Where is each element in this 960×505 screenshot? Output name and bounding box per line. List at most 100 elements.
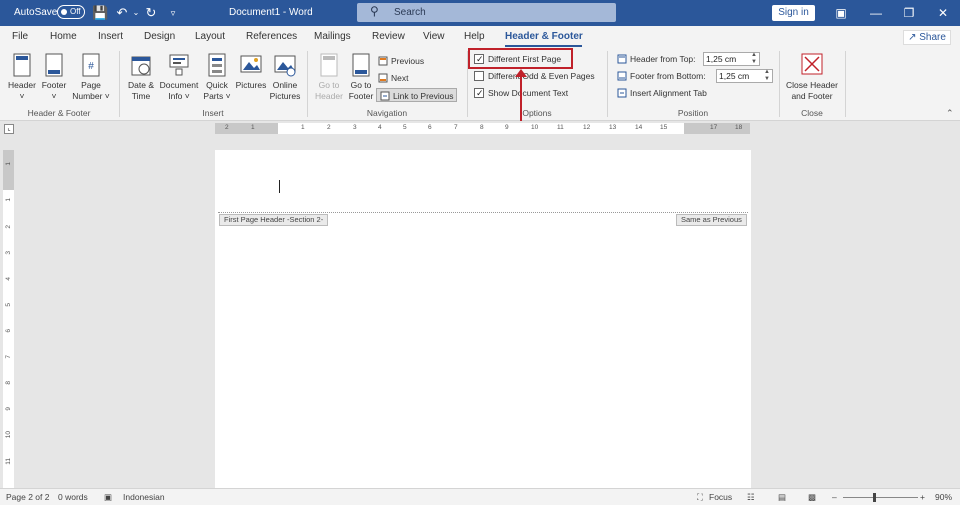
vruler-tick: 11 xyxy=(5,458,12,465)
vruler-tick: 1 xyxy=(5,162,12,166)
zoom-level[interactable]: 90% xyxy=(935,492,952,502)
document-title: Document1 - Word xyxy=(229,7,313,18)
tab-review[interactable]: Review xyxy=(372,31,405,42)
read-mode-icon[interactable]: ☷ xyxy=(747,492,755,503)
close-header-footer-button[interactable]: Close Header and Footer xyxy=(783,52,841,102)
tab-design[interactable]: Design xyxy=(144,31,175,42)
quick-parts-button[interactable]: Quick Parts ˅ xyxy=(200,52,234,102)
vruler-tick: 10 xyxy=(5,431,12,439)
tab-help[interactable]: Help xyxy=(464,31,485,42)
word-count[interactable]: 0 words xyxy=(58,492,88,502)
ribbon-tabs: File Home Insert Design Layout Reference… xyxy=(0,26,960,48)
quick-parts-label: Quick xyxy=(206,80,228,90)
page-number-button[interactable]: # Page Number ˅ xyxy=(70,52,112,102)
insert-alignment-tab-label: Insert Alignment Tab xyxy=(630,88,707,98)
vruler-tick: 1 xyxy=(5,198,12,202)
ribbon-display-icon[interactable]: ▣ xyxy=(831,4,851,22)
ruler-tick: 8 xyxy=(480,124,484,131)
tab-view[interactable]: View xyxy=(423,31,445,42)
undo-dropdown-icon[interactable]: ⌄ xyxy=(128,5,144,21)
footer-from-bottom-icon xyxy=(617,71,627,81)
active-tab-underline xyxy=(505,45,582,47)
customize-qat-icon[interactable]: ▿ xyxy=(165,5,181,21)
ruler-tick: 12 xyxy=(583,124,591,131)
insert-alignment-tab-button[interactable]: Insert Alignment Tab xyxy=(617,86,707,100)
ruler-tick: 5 xyxy=(403,124,407,131)
date-time-button[interactable]: Date & Time xyxy=(124,52,158,102)
vruler-tick: 2 xyxy=(5,225,12,229)
vruler-tick: 3 xyxy=(5,251,12,255)
share-icon: ↗ xyxy=(908,32,917,43)
same-as-previous-tag: Same as Previous xyxy=(676,214,747,226)
tab-layout[interactable]: Layout xyxy=(195,31,225,42)
tab-mailings[interactable]: Mailings xyxy=(314,31,351,42)
ruler-tick: 7 xyxy=(454,124,458,131)
online-pictures-button[interactable]: Online Pictures xyxy=(268,52,302,102)
close-icon[interactable]: ✕ xyxy=(933,4,953,22)
save-icon[interactable]: 💾 xyxy=(92,5,108,21)
footer-caret: ˅ xyxy=(51,91,57,101)
go-to-header-button[interactable]: Go to Header xyxy=(312,52,346,102)
show-document-text-label: Show Document Text xyxy=(488,88,569,98)
document-page[interactable]: First Page Header -Section 2- Same as Pr… xyxy=(215,150,751,488)
proofing-icon[interactable]: ▣ xyxy=(104,492,112,503)
pictures-label: Pictures xyxy=(235,80,267,90)
header-from-top-label: Header from Top: xyxy=(630,54,696,64)
go-to-header-label: Go to xyxy=(318,80,340,90)
next-button[interactable]: Next xyxy=(378,71,408,85)
vruler-tick: 7 xyxy=(5,355,12,359)
tab-insert[interactable]: Insert xyxy=(98,31,123,42)
document-info-icon xyxy=(169,54,189,76)
print-layout-icon[interactable]: ▤ xyxy=(778,492,786,503)
tab-file[interactable]: File xyxy=(12,31,28,42)
web-layout-icon[interactable]: ▩ xyxy=(808,492,816,503)
autosave-state: Off xyxy=(70,7,81,16)
footer-button[interactable]: Footer ˅ xyxy=(38,52,70,102)
spinner-arrows-icon[interactable]: ▲ ▼ xyxy=(764,69,770,83)
spinner-arrows-icon[interactable]: ▲ ▼ xyxy=(751,52,757,66)
link-to-previous-button[interactable]: Link to Previous xyxy=(376,88,458,102)
search-input[interactable]: ⚲ Search xyxy=(357,3,616,22)
share-button[interactable]: ↗ Share xyxy=(903,30,951,45)
ruler-tick: 1 xyxy=(251,124,255,131)
pictures-button[interactable]: Pictures xyxy=(234,52,268,91)
header-boundary-line xyxy=(218,212,748,213)
footer-from-bottom-label-row: Footer from Bottom: xyxy=(617,69,706,83)
link-to-previous-label: Link to Previous xyxy=(393,91,454,101)
vertical-ruler[interactable]: 1 1 2 3 4 5 6 7 8 9 10 11 xyxy=(3,150,14,490)
tab-references[interactable]: References xyxy=(246,31,297,42)
ruler-tick: 3 xyxy=(353,124,357,131)
footer-from-bottom-input[interactable]: 1,25 cm ▲ ▼ xyxy=(716,69,773,83)
restore-icon[interactable]: ❐ xyxy=(899,4,919,22)
zoom-in-icon[interactable]: + xyxy=(920,492,925,502)
tab-header-footer[interactable]: Header & Footer xyxy=(505,31,583,42)
calendar-icon xyxy=(131,56,151,76)
first-page-header-tag: First Page Header -Section 2- xyxy=(219,214,329,226)
show-document-text-check[interactable] xyxy=(474,86,484,100)
focus-label[interactable]: Focus xyxy=(709,492,732,502)
autosave-toggle[interactable]: Off xyxy=(57,5,85,19)
previous-button[interactable]: Previous xyxy=(378,54,424,68)
header-from-top-input[interactable]: 1,25 cm ▲ ▼ xyxy=(703,52,760,66)
collapse-ribbon-icon[interactable]: ⌃ xyxy=(946,108,954,119)
language[interactable]: Indonesian xyxy=(123,492,165,502)
zoom-out-icon[interactable]: – xyxy=(832,492,837,502)
zoom-slider-thumb[interactable] xyxy=(873,493,876,502)
go-to-footer-button[interactable]: Go to Footer xyxy=(346,52,376,102)
document-info-button[interactable]: Document Info ˅ xyxy=(158,52,200,102)
page-count[interactable]: Page 2 of 2 xyxy=(6,492,49,502)
different-odd-even-check[interactable] xyxy=(474,71,484,81)
header-button[interactable]: Header ˅ xyxy=(6,52,38,102)
tab-selector-icon[interactable]: ⌞ xyxy=(4,124,14,134)
header-icon xyxy=(13,53,31,77)
minimize-icon[interactable]: — xyxy=(866,4,886,22)
redo-icon[interactable]: ↻ xyxy=(143,5,159,21)
tab-home[interactable]: Home xyxy=(50,31,77,42)
focus-icon[interactable]: ⛶ xyxy=(697,492,703,503)
horizontal-ruler[interactable]: 2 1 1 2 3 4 5 6 7 8 9 10 11 12 13 14 15 … xyxy=(215,123,750,134)
different-odd-even-checkbox[interactable]: Different Odd & Even Pages xyxy=(474,69,595,83)
sign-in-button[interactable]: Sign in xyxy=(772,5,815,21)
zoom-slider-track[interactable] xyxy=(843,497,918,498)
header-label: Header xyxy=(8,80,36,90)
search-icon: ⚲ xyxy=(370,4,379,18)
